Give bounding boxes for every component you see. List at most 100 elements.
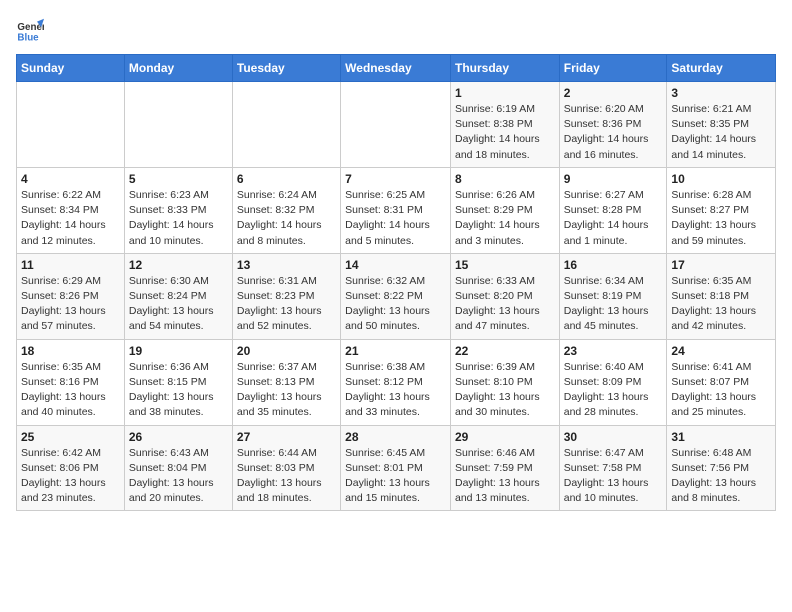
calendar-cell: 1Sunrise: 6:19 AM Sunset: 8:38 PM Daylig… (450, 82, 559, 168)
day-number: 18 (21, 344, 120, 358)
day-info: Sunrise: 6:35 AM Sunset: 8:16 PM Dayligh… (21, 360, 120, 421)
day-header-thursday: Thursday (450, 55, 559, 82)
day-number: 11 (21, 258, 120, 272)
day-number: 26 (129, 430, 228, 444)
calendar-cell: 11 Sunrise: 6:29 AM Sunset: 8:26 PM Dayli… (17, 253, 125, 339)
day-number: 13 (237, 258, 336, 272)
calendar-cell: 9 Sunrise: 6:27 AM Sunset: 8:28 PM Daylig… (559, 167, 667, 253)
day-number: 23 (564, 344, 663, 358)
day-number: 25 (21, 430, 120, 444)
day-number: 4 (21, 172, 120, 186)
calendar-cell: 23 Sunrise: 6:40 AM Sunset: 8:09 PM Dayli… (559, 339, 667, 425)
day-info: Sunrise: 6:23 AM Sunset: 8:33 PM Dayligh… (129, 188, 228, 249)
day-info: Sunrise: 6:30 AM Sunset: 8:24 PM Dayligh… (129, 274, 228, 335)
calendar-cell: 30 Sunrise: 6:47 AM Sunset: 7:58 PM Dayli… (559, 425, 667, 511)
day-info: Sunrise: 6:27 AM Sunset: 8:28 PM Dayligh… (564, 188, 663, 249)
calendar-cell: 2 Sunrise: 6:20 AM Sunset: 8:36 PM Daylig… (559, 82, 667, 168)
day-info: Sunrise: 6:19 AM Sunset: 8:38 PM Dayligh… (455, 102, 555, 163)
day-number: 8 (455, 172, 555, 186)
day-info: Sunrise: 6:33 AM Sunset: 8:20 PM Dayligh… (455, 274, 555, 335)
day-number: 3 (671, 86, 771, 100)
day-info: Sunrise: 6:35 AM Sunset: 8:18 PM Dayligh… (671, 274, 771, 335)
day-info: Sunrise: 6:47 AM Sunset: 7:58 PM Dayligh… (564, 446, 663, 507)
logo: General Blue (16, 16, 48, 44)
day-info: Sunrise: 6:22 AM Sunset: 8:34 PM Dayligh… (21, 188, 120, 249)
day-info: Sunrise: 6:31 AM Sunset: 8:23 PM Dayligh… (237, 274, 336, 335)
calendar-cell: 4 Sunrise: 6:22 AM Sunset: 8:34 PM Daylig… (17, 167, 125, 253)
day-info: Sunrise: 6:44 AM Sunset: 8:03 PM Dayligh… (237, 446, 336, 507)
calendar-cell: 8Sunrise: 6:26 AM Sunset: 8:29 PM Daylig… (450, 167, 559, 253)
day-number: 16 (564, 258, 663, 272)
day-header-sunday: Sunday (17, 55, 125, 82)
calendar-cell: 25 Sunrise: 6:42 AM Sunset: 8:06 PM Dayli… (17, 425, 125, 511)
day-info: Sunrise: 6:34 AM Sunset: 8:19 PM Dayligh… (564, 274, 663, 335)
calendar-week-row: 18 Sunrise: 6:35 AM Sunset: 8:16 PM Dayli… (17, 339, 776, 425)
day-number: 17 (671, 258, 771, 272)
day-number: 30 (564, 430, 663, 444)
day-number: 9 (564, 172, 663, 186)
calendar-week-row: 1Sunrise: 6:19 AM Sunset: 8:38 PM Daylig… (17, 82, 776, 168)
day-header-wednesday: Wednesday (341, 55, 451, 82)
calendar-cell: 6Sunrise: 6:24 AM Sunset: 8:32 PM Daylig… (232, 167, 340, 253)
calendar-cell: 5 Sunrise: 6:23 AM Sunset: 8:33 PM Daylig… (124, 167, 232, 253)
day-info: Sunrise: 6:40 AM Sunset: 8:09 PM Dayligh… (564, 360, 663, 421)
day-number: 2 (564, 86, 663, 100)
calendar-cell: 22 Sunrise: 6:39 AM Sunset: 8:10 PM Dayli… (450, 339, 559, 425)
day-header-monday: Monday (124, 55, 232, 82)
calendar-cell: 28Sunrise: 6:45 AM Sunset: 8:01 PM Dayli… (341, 425, 451, 511)
day-info: Sunrise: 6:28 AM Sunset: 8:27 PM Dayligh… (671, 188, 771, 249)
day-header-tuesday: Tuesday (232, 55, 340, 82)
calendar-cell: 16 Sunrise: 6:34 AM Sunset: 8:19 PM Dayli… (559, 253, 667, 339)
calendar-cell: 31 Sunrise: 6:48 AM Sunset: 7:56 PM Dayli… (667, 425, 776, 511)
page-header: General Blue (16, 16, 776, 44)
calendar-cell (341, 82, 451, 168)
day-header-friday: Friday (559, 55, 667, 82)
day-number: 10 (671, 172, 771, 186)
day-number: 27 (237, 430, 336, 444)
day-info: Sunrise: 6:32 AM Sunset: 8:22 PM Dayligh… (345, 274, 446, 335)
svg-text:Blue: Blue (17, 33, 39, 44)
calendar-cell (232, 82, 340, 168)
day-number: 12 (129, 258, 228, 272)
day-number: 29 (455, 430, 555, 444)
calendar-cell (124, 82, 232, 168)
calendar-cell: 26 Sunrise: 6:43 AM Sunset: 8:04 PM Dayli… (124, 425, 232, 511)
day-info: Sunrise: 6:21 AM Sunset: 8:35 PM Dayligh… (671, 102, 771, 163)
calendar-body: 1Sunrise: 6:19 AM Sunset: 8:38 PM Daylig… (17, 82, 776, 511)
day-info: Sunrise: 6:20 AM Sunset: 8:36 PM Dayligh… (564, 102, 663, 163)
day-info: Sunrise: 6:36 AM Sunset: 8:15 PM Dayligh… (129, 360, 228, 421)
day-number: 19 (129, 344, 228, 358)
day-info: Sunrise: 6:46 AM Sunset: 7:59 PM Dayligh… (455, 446, 555, 507)
calendar-cell: 24Sunrise: 6:41 AM Sunset: 8:07 PM Dayli… (667, 339, 776, 425)
day-number: 7 (345, 172, 446, 186)
day-number: 22 (455, 344, 555, 358)
calendar-cell: 7 Sunrise: 6:25 AM Sunset: 8:31 PM Daylig… (341, 167, 451, 253)
logo-icon: General Blue (16, 16, 44, 44)
day-info: Sunrise: 6:38 AM Sunset: 8:12 PM Dayligh… (345, 360, 446, 421)
calendar-cell (17, 82, 125, 168)
calendar-cell: 13 Sunrise: 6:31 AM Sunset: 8:23 PM Dayli… (232, 253, 340, 339)
calendar-week-row: 11 Sunrise: 6:29 AM Sunset: 8:26 PM Dayli… (17, 253, 776, 339)
day-info: Sunrise: 6:29 AM Sunset: 8:26 PM Dayligh… (21, 274, 120, 335)
day-info: Sunrise: 6:42 AM Sunset: 8:06 PM Dayligh… (21, 446, 120, 507)
day-info: Sunrise: 6:37 AM Sunset: 8:13 PM Dayligh… (237, 360, 336, 421)
day-info: Sunrise: 6:24 AM Sunset: 8:32 PM Dayligh… (237, 188, 336, 249)
day-number: 15 (455, 258, 555, 272)
day-number: 14 (345, 258, 446, 272)
calendar-cell: 21Sunrise: 6:38 AM Sunset: 8:12 PM Dayli… (341, 339, 451, 425)
calendar-cell: 14 Sunrise: 6:32 AM Sunset: 8:22 PM Dayli… (341, 253, 451, 339)
day-info: Sunrise: 6:43 AM Sunset: 8:04 PM Dayligh… (129, 446, 228, 507)
calendar-cell: 10 Sunrise: 6:28 AM Sunset: 8:27 PM Dayli… (667, 167, 776, 253)
day-info: Sunrise: 6:45 AM Sunset: 8:01 PM Dayligh… (345, 446, 446, 507)
calendar-cell: 15 Sunrise: 6:33 AM Sunset: 8:20 PM Dayli… (450, 253, 559, 339)
day-info: Sunrise: 6:48 AM Sunset: 7:56 PM Dayligh… (671, 446, 771, 507)
day-number: 5 (129, 172, 228, 186)
day-number: 31 (671, 430, 771, 444)
day-info: Sunrise: 6:39 AM Sunset: 8:10 PM Dayligh… (455, 360, 555, 421)
calendar-week-row: 4 Sunrise: 6:22 AM Sunset: 8:34 PM Daylig… (17, 167, 776, 253)
day-info: Sunrise: 6:25 AM Sunset: 8:31 PM Dayligh… (345, 188, 446, 249)
day-header-saturday: Saturday (667, 55, 776, 82)
calendar-table: SundayMondayTuesdayWednesdayThursdayFrid… (16, 54, 776, 511)
calendar-cell: 12 Sunrise: 6:30 AM Sunset: 8:24 PM Dayli… (124, 253, 232, 339)
calendar-cell: 27 Sunrise: 6:44 AM Sunset: 8:03 PM Dayli… (232, 425, 340, 511)
